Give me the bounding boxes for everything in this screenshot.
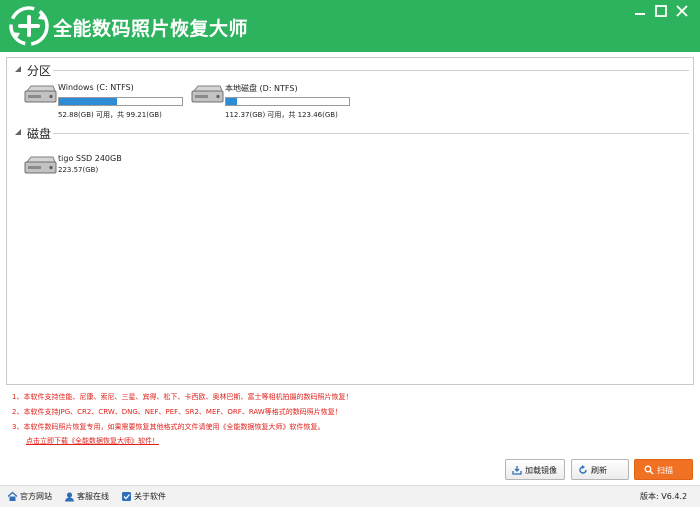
partition-name: 本地磁盘 (D: NTFS) [225, 84, 298, 93]
scan-label: 扫描 [657, 466, 673, 475]
collapse-arrow-icon[interactable] [13, 64, 23, 74]
scan-button[interactable]: 扫描 [634, 459, 693, 480]
note-line: 2、本软件支持JPG、CR2、CRW、DNG、NEF、PEF、SR2、MEF、O… [12, 408, 342, 416]
about-label: 关于软件 [134, 492, 166, 501]
hard-drive-icon [24, 85, 57, 103]
load-image-icon [512, 466, 522, 475]
footer: 官方网站 客服在线 关于软件 版本: V6.4.2 [0, 486, 700, 507]
disk-name: tigo SSD 240GB [58, 154, 122, 163]
load-image-button[interactable]: 加载镜像 [505, 459, 565, 480]
app-logo-icon [9, 6, 49, 46]
partition-group-header[interactable]: 分区 [7, 62, 693, 78]
refresh-label: 刷新 [591, 466, 607, 475]
collapse-arrow-icon[interactable] [13, 127, 23, 137]
customer-service-icon [65, 492, 74, 502]
about-link[interactable]: 关于软件 [121, 490, 171, 503]
refresh-icon [579, 465, 587, 474]
title-bar: 全能数码照片恢复大师 [0, 0, 700, 52]
group-divider [53, 70, 689, 71]
note-line: 1、本软件支持佳能、尼康、索尼、三星、宾得、松下、卡西欧、奥林巴斯、富士等相机拍… [12, 393, 353, 401]
load-image-label: 加载镜像 [525, 466, 557, 475]
app-title: 全能数码照片恢复大师 [53, 18, 249, 40]
partition-item-d[interactable]: 本地磁盘 (D: NTFS) 112.37(GB) 可用，共 123.46(GB… [190, 83, 355, 119]
disk-group-header[interactable]: 磁盘 [7, 125, 693, 141]
maximize-icon[interactable] [651, 2, 671, 20]
hard-drive-icon [24, 156, 57, 174]
partition-group-label: 分区 [27, 64, 52, 78]
usage-bar [58, 97, 183, 106]
usage-bar-fill [226, 98, 238, 105]
about-icon [122, 492, 131, 501]
usage-bar [225, 97, 350, 106]
refresh-button[interactable]: 刷新 [571, 459, 629, 480]
partition-name: Windows (C: NTFS) [58, 83, 134, 92]
close-icon[interactable] [672, 2, 692, 20]
search-icon [644, 465, 654, 475]
official-site-label: 官方网站 [20, 492, 52, 501]
hard-drive-icon [191, 85, 224, 103]
disk-capacity: 223.57(GB) [58, 166, 99, 174]
minimize-icon[interactable] [630, 2, 650, 20]
official-site-link[interactable]: 官方网站 [7, 490, 57, 503]
disk-item[interactable]: tigo SSD 240GB 223.57(GB) [23, 154, 143, 178]
usage-bar-fill [59, 98, 117, 105]
drive-list-panel: 分区 Windows (C: NTFS) 52.88(GB) 可用，共 99.2… [6, 57, 694, 385]
customer-service-link[interactable]: 客服在线 [64, 490, 114, 503]
customer-service-label: 客服在线 [77, 492, 109, 501]
partition-capacity: 52.88(GB) 可用，共 99.21(GB) [58, 111, 162, 119]
disk-group-label: 磁盘 [27, 127, 52, 141]
home-icon [7, 491, 18, 501]
partition-item-c[interactable]: Windows (C: NTFS) 52.88(GB) 可用，共 99.21(G… [23, 83, 188, 119]
group-divider [53, 133, 689, 134]
note-line: 3、本软件数码照片恢复专用，如果需要恢复其他格式的文件请使用《全能数据恢复大师》… [12, 423, 325, 431]
download-link[interactable]: 点击立即下载《全能数据恢复大师》软件！ [26, 436, 159, 446]
partition-capacity: 112.37(GB) 可用，共 123.46(GB) [225, 111, 338, 119]
version-label: 版本: V6.4.2 [640, 492, 688, 501]
